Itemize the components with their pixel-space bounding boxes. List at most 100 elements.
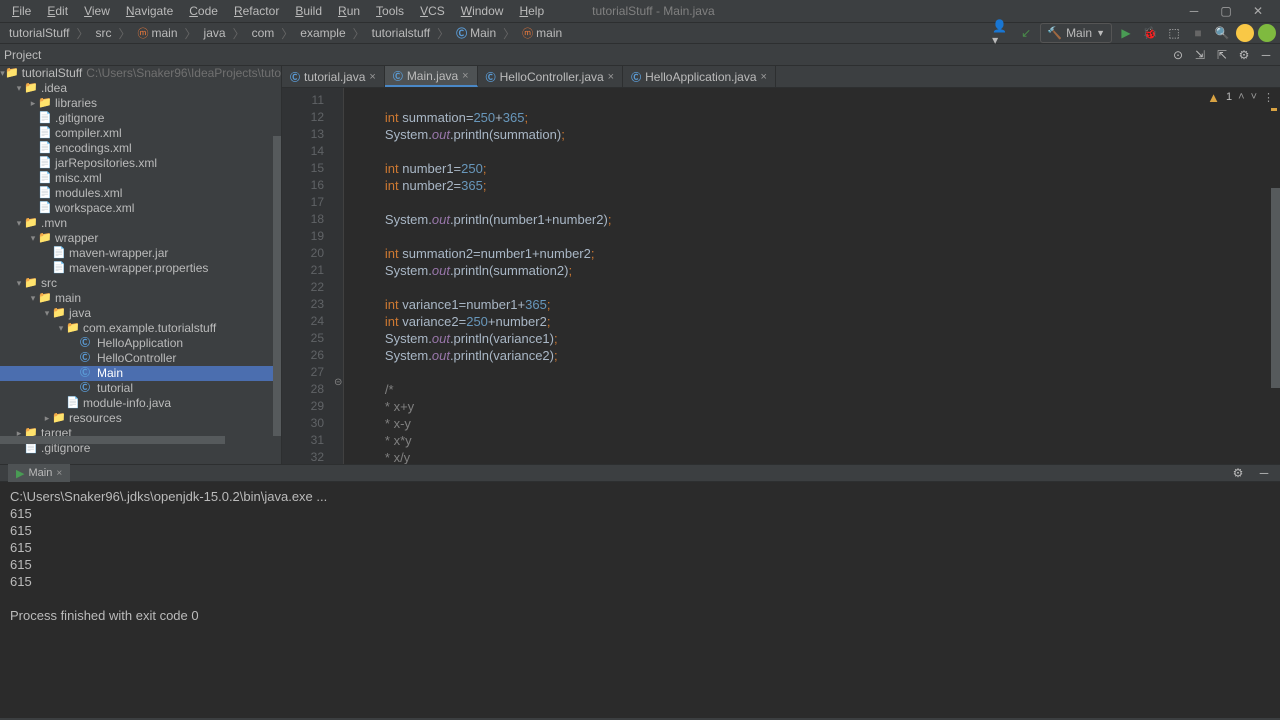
code-content[interactable]: int summation=250+365; System.out.printl… — [344, 88, 1280, 464]
code-line[interactable]: * x/y — [356, 449, 1280, 464]
console-output[interactable]: C:\Users\Snaker96\.jdks\openjdk-15.0.2\b… — [0, 482, 1280, 718]
code-line[interactable]: System.out.println(summation); — [356, 126, 1280, 143]
collapse-all-icon[interactable]: ⇱ — [1212, 45, 1232, 65]
tab-close-icon[interactable]: × — [462, 70, 468, 82]
code-line[interactable] — [356, 228, 1280, 245]
tree-node-HelloController[interactable]: ⒸHelloController — [0, 351, 281, 366]
menu-build[interactable]: Build — [287, 0, 330, 22]
code-line[interactable]: /* — [356, 381, 1280, 398]
tree-node-jarRepositories-xml[interactable]: 📄jarRepositories.xml — [0, 156, 281, 171]
tree-node-modules-xml[interactable]: 📄modules.xml — [0, 186, 281, 201]
menu-run[interactable]: Run — [330, 0, 368, 22]
code-area[interactable]: 1112131415161718192021222324252627282930… — [282, 88, 1280, 464]
tab-close-icon[interactable]: × — [369, 71, 375, 83]
fold-marker[interactable]: ⊝ — [334, 377, 342, 388]
coverage-button[interactable]: ⬚ — [1164, 23, 1184, 43]
breadcrumb-example[interactable]: example — [295, 26, 350, 40]
expand-all-icon[interactable]: ⇲ — [1190, 45, 1210, 65]
code-line[interactable] — [356, 92, 1280, 109]
tab-Main-java[interactable]: ⒸMain.java× — [385, 66, 478, 87]
tree-node-compiler-xml[interactable]: 📄compiler.xml — [0, 126, 281, 141]
maximize-icon[interactable]: ▢ — [1216, 3, 1236, 19]
tree-node--idea[interactable]: ▾📁.idea — [0, 81, 281, 96]
tab-HelloApplication-java[interactable]: ⒸHelloApplication.java× — [623, 66, 776, 87]
menu-navigate[interactable]: Navigate — [118, 0, 181, 22]
tree-node-module-info-java[interactable]: 📄module-info.java — [0, 396, 281, 411]
tree-node-java[interactable]: ▾📁java — [0, 306, 281, 321]
project-panel-label[interactable]: Project — [4, 48, 41, 62]
code-line[interactable]: int summation=250+365; — [356, 109, 1280, 126]
code-line[interactable]: * x*y — [356, 432, 1280, 449]
code-line[interactable]: int number2=365; — [356, 177, 1280, 194]
tree-node-main[interactable]: ▾📁main — [0, 291, 281, 306]
code-line[interactable]: * x-y — [356, 415, 1280, 432]
vcs-update-icon[interactable]: ↙ — [1016, 23, 1036, 43]
search-icon[interactable]: 🔍 — [1212, 23, 1232, 43]
select-opened-icon[interactable]: ⊙ — [1168, 45, 1188, 65]
tree-node--mvn[interactable]: ▾📁.mvn — [0, 216, 281, 231]
menu-edit[interactable]: Edit — [39, 0, 76, 22]
avatar-1[interactable] — [1236, 24, 1254, 42]
code-line[interactable]: System.out.println(summation2); — [356, 262, 1280, 279]
tree-vertical-scrollbar[interactable] — [273, 136, 281, 436]
tree-node-maven-wrapper-properties[interactable]: 📄maven-wrapper.properties — [0, 261, 281, 276]
breadcrumb-tutorialstuff[interactable]: tutorialstuff — [367, 26, 435, 40]
tab-close-icon[interactable]: × — [608, 71, 614, 83]
tree-node-Main[interactable]: ⒸMain — [0, 366, 281, 381]
code-line[interactable]: System.out.println(variance2); — [356, 347, 1280, 364]
tab-HelloController-java[interactable]: ⒸHelloController.java× — [478, 66, 624, 87]
run-tab-close-icon[interactable]: × — [56, 468, 62, 479]
tree-node--gitignore[interactable]: 📄.gitignore — [0, 111, 281, 126]
menu-view[interactable]: View — [76, 0, 118, 22]
menu-help[interactable]: Help — [511, 0, 552, 22]
tab-tutorial-java[interactable]: Ⓒtutorial.java× — [282, 66, 385, 87]
user-add-icon[interactable]: 👤▾ — [992, 23, 1012, 43]
tree-node-workspace-xml[interactable]: 📄workspace.xml — [0, 201, 281, 216]
avatar-2[interactable] — [1258, 24, 1276, 42]
breadcrumb-tutorialStuff[interactable]: tutorialStuff — [4, 26, 74, 40]
tree-node-resources[interactable]: ▸📁resources — [0, 411, 281, 426]
run-config-selector[interactable]: 🔨 Main ▼ — [1040, 23, 1112, 43]
code-line[interactable] — [356, 279, 1280, 296]
editor-vertical-scrollbar[interactable] — [1271, 188, 1280, 388]
menu-code[interactable]: Code — [181, 0, 226, 22]
code-line[interactable] — [356, 143, 1280, 160]
run-panel-hide-icon[interactable]: ─ — [1254, 463, 1274, 483]
breadcrumb-java[interactable]: java — [199, 26, 231, 40]
breadcrumb-main[interactable]: ⓜmain — [133, 25, 183, 41]
code-line[interactable]: int variance1=number1+365; — [356, 296, 1280, 313]
breadcrumb-Main[interactable]: ⒸMain — [451, 25, 501, 41]
minimize-icon[interactable]: ─ — [1184, 3, 1204, 19]
run-tab[interactable]: ▶ Main × — [8, 464, 70, 482]
tree-node-HelloApplication[interactable]: ⒸHelloApplication — [0, 336, 281, 351]
code-line[interactable]: * x+y — [356, 398, 1280, 415]
stop-button[interactable]: ■ — [1188, 23, 1208, 43]
menu-vcs[interactable]: VCS — [412, 0, 453, 22]
settings-icon[interactable]: ⚙ — [1234, 45, 1254, 65]
menu-refactor[interactable]: Refactor — [226, 0, 287, 22]
tree-node-com-example-tutorialstuff[interactable]: ▾📁com.example.tutorialstuff — [0, 321, 281, 336]
menu-window[interactable]: Window — [453, 0, 512, 22]
tree-node-src[interactable]: ▾📁src — [0, 276, 281, 291]
breadcrumb-main[interactable]: ⓜmain — [517, 25, 567, 41]
tree-node-encodings-xml[interactable]: 📄encodings.xml — [0, 141, 281, 156]
tree-node-misc-xml[interactable]: 📄misc.xml — [0, 171, 281, 186]
tree-node-maven-wrapper-jar[interactable]: 📄maven-wrapper.jar — [0, 246, 281, 261]
menu-tools[interactable]: Tools — [368, 0, 412, 22]
tab-close-icon[interactable]: × — [761, 71, 767, 83]
breadcrumb-com[interactable]: com — [247, 26, 280, 40]
code-line[interactable] — [356, 194, 1280, 211]
code-line[interactable] — [356, 364, 1280, 381]
tree-node-tutorialStuff[interactable]: ▾📁tutorialStuffC:\Users\Snaker96\IdeaPro… — [0, 66, 281, 81]
close-icon[interactable]: ✕ — [1248, 3, 1268, 19]
tree-horizontal-scrollbar[interactable] — [0, 436, 225, 444]
tree-node-wrapper[interactable]: ▾📁wrapper — [0, 231, 281, 246]
tree-node-tutorial[interactable]: Ⓒtutorial — [0, 381, 281, 396]
code-line[interactable]: System.out.println(variance1); — [356, 330, 1280, 347]
hide-panel-icon[interactable]: ─ — [1256, 45, 1276, 65]
run-panel-settings-icon[interactable]: ⚙ — [1228, 463, 1248, 483]
run-button[interactable]: ▶ — [1116, 23, 1136, 43]
code-line[interactable]: System.out.println(number1+number2); — [356, 211, 1280, 228]
code-line[interactable]: int summation2=number1+number2; — [356, 245, 1280, 262]
code-line[interactable]: int variance2=250+number2; — [356, 313, 1280, 330]
